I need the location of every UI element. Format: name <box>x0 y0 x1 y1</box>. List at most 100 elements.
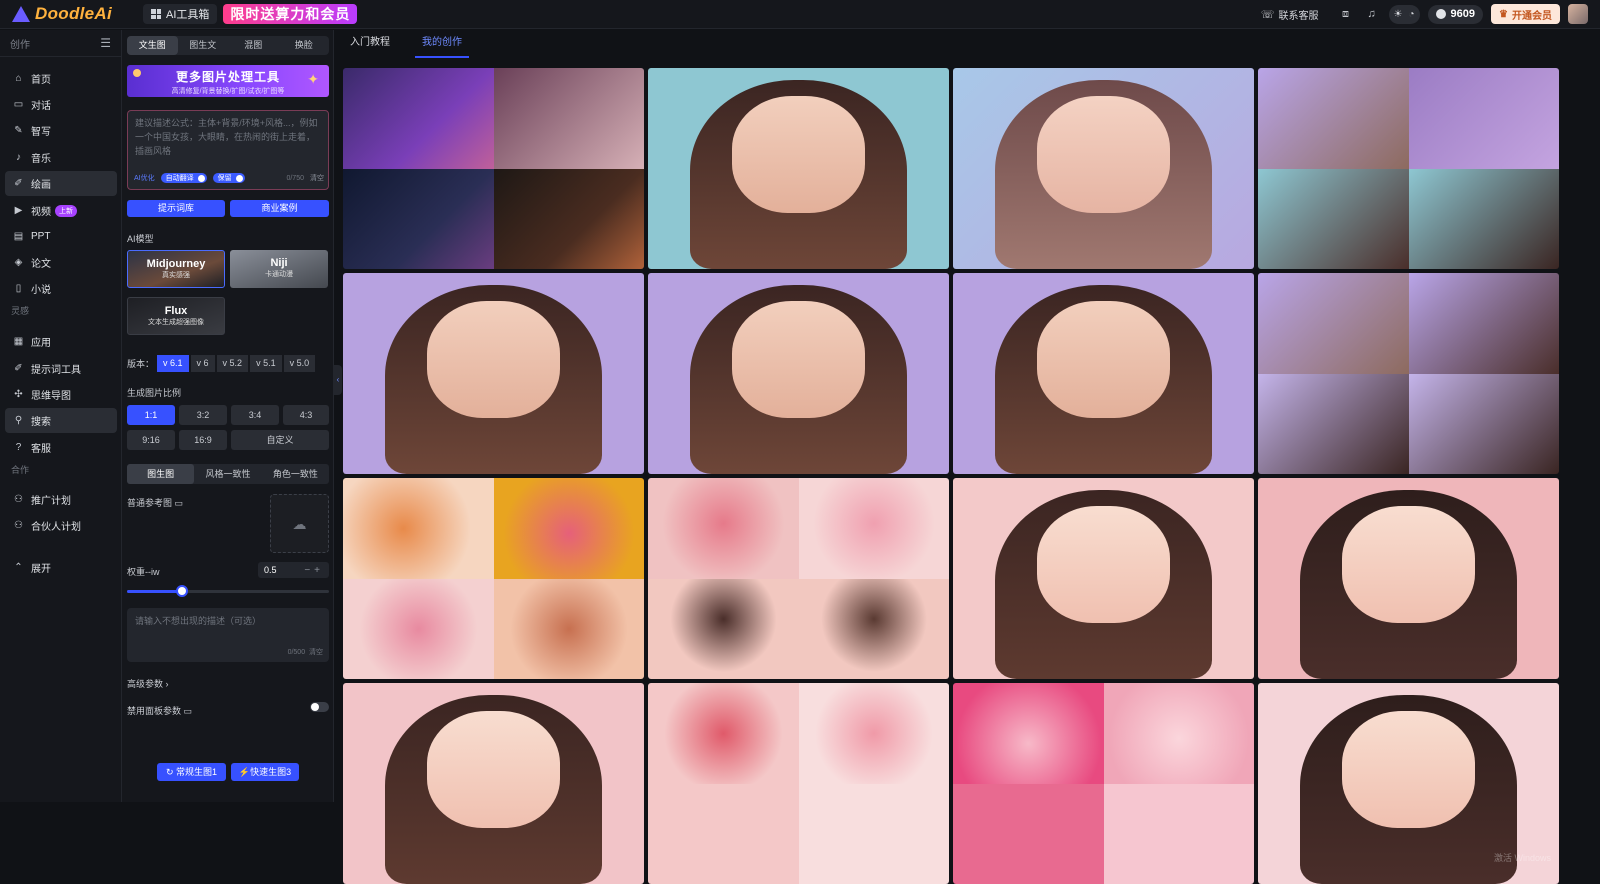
ratio-custom[interactable]: 自定义 <box>231 430 329 450</box>
coin-icon <box>1435 9 1446 19</box>
sidebar-item-music[interactable]: ♪ 音乐 <box>5 145 117 170</box>
image-card[interactable] <box>343 683 644 884</box>
version-option[interactable]: v 6.1 <box>157 355 189 372</box>
sidebar-item-home[interactable]: ⌂ 首页 <box>5 66 117 91</box>
main-tabs: 入门教程 我的创作 <box>343 30 487 58</box>
image-card[interactable] <box>648 478 949 679</box>
ai-optimize-button[interactable]: AI优化 <box>134 173 155 183</box>
image-card[interactable] <box>648 683 949 884</box>
sidebar-item-mindmap[interactable]: ✣ 思维导图 <box>5 382 117 407</box>
image-card[interactable] <box>1258 478 1559 679</box>
upload-reference[interactable]: ☁ <box>270 494 329 553</box>
ratio-option[interactable]: 4:3 <box>283 405 329 425</box>
tab-character-consistency[interactable]: 角色一致性 <box>262 464 329 484</box>
version-option[interactable]: v 5.2 <box>216 355 249 372</box>
fast-generate-button[interactable]: ⚡快速生图3 <box>231 763 299 781</box>
image-card[interactable] <box>953 478 1254 679</box>
sidebar-item-apps[interactable]: ▦ 应用 <box>5 329 117 354</box>
toggle-label: 保留 <box>217 175 232 182</box>
sidebar-item-help[interactable]: ? 客服 <box>5 435 117 460</box>
avatar[interactable] <box>1568 4 1588 24</box>
clear-button[interactable]: 清空 <box>309 649 323 656</box>
tab-blend[interactable]: 混图 <box>228 36 279 55</box>
negative-prompt-input[interactable]: 请输入不想出现的描述（可选） 0/500 清空 <box>127 608 329 662</box>
vip-button[interactable]: ♛ 开通会员 <box>1491 4 1560 24</box>
ratio-option[interactable]: 3:2 <box>179 405 227 425</box>
prompt-library-button[interactable]: 提示词库 <box>127 200 225 217</box>
sidebar-item-promo-plan[interactable]: ⚇ 推广计划 <box>5 487 117 512</box>
sidebar-item-label: 思维导图 <box>31 391 71 402</box>
sidebar-expand[interactable]: ⌃ 展开 <box>5 555 117 580</box>
slider-knob[interactable] <box>175 585 188 597</box>
image-card[interactable] <box>953 273 1254 474</box>
moon-icon[interactable]: ◔ <box>1409 9 1415 20</box>
tab-text-to-image[interactable]: 文生图 <box>127 36 178 55</box>
tab-face-swap[interactable]: 换脸 <box>279 36 330 55</box>
bell-icon[interactable]: ♫ <box>1363 8 1381 20</box>
tab-my-creations[interactable]: 我的创作 <box>415 30 469 58</box>
clear-button[interactable]: 清空 <box>310 173 324 183</box>
sidebar-item-partner-plan[interactable]: ⚇ 合伙人计划 <box>5 513 117 538</box>
button-label: 快速生图3 <box>250 767 292 777</box>
auto-translate-toggle[interactable]: 自动翻译 <box>160 173 207 183</box>
examples-button[interactable]: 商业案例 <box>230 200 329 217</box>
advanced-params-toggle[interactable]: 高级参数 › <box>127 677 169 690</box>
tools-banner[interactable]: 更多图片处理工具 高清修复/背景替换/扩图/试衣/扩图等 ✦ <box>127 65 329 97</box>
version-option[interactable]: v 5.0 <box>283 355 316 372</box>
image-card[interactable] <box>953 68 1254 269</box>
promo-banner[interactable]: 限时送算力和会员 <box>223 4 358 24</box>
ratio-option[interactable]: 1:1 <box>127 405 175 425</box>
ratio-option[interactable]: 16:9 <box>179 430 227 450</box>
image-card[interactable] <box>343 68 644 269</box>
ai-tools-button[interactable]: AI工具箱 <box>143 4 218 24</box>
coin-balance[interactable]: 9609 <box>1427 4 1484 24</box>
keep-toggle[interactable]: 保留 <box>212 173 245 183</box>
tab-image-to-text[interactable]: 图生文 <box>178 36 229 55</box>
tab-img2img[interactable]: 图生图 <box>127 464 195 484</box>
model-sub: 卡通动漫 <box>265 271 293 278</box>
normal-generate-button[interactable]: ↻ 常规生图1 <box>157 763 226 781</box>
support-link[interactable]: ☏ 联系客服 <box>1261 7 1319 22</box>
model-niji[interactable]: Niji 卡通动漫 <box>230 250 328 288</box>
version-option[interactable]: v 5.1 <box>250 355 282 372</box>
image-card[interactable] <box>1258 68 1559 269</box>
version-option[interactable]: v 6 <box>190 355 215 372</box>
sidebar-item-ppt[interactable]: ▤ PPT <box>5 224 117 249</box>
model-midjourney[interactable]: Midjourney 真实感强 <box>127 250 225 288</box>
sidebar-item-paper[interactable]: ◈ 论文 <box>5 250 117 275</box>
sidebar-item-search[interactable]: ⚲ 搜索 <box>5 408 117 433</box>
gift-icon[interactable]: ⧈ <box>1337 8 1355 21</box>
iw-stepper[interactable]: 0.5 −+ <box>258 562 329 578</box>
image-card[interactable] <box>648 273 949 474</box>
collapse-panel-button[interactable]: ‹ <box>334 365 342 395</box>
tab-tutorial[interactable]: 入门教程 <box>343 30 397 58</box>
theme-toggle[interactable]: ☀ ◔ <box>1388 4 1420 24</box>
app-logo[interactable]: DoodleAi <box>12 4 127 24</box>
info-icon: ▭ <box>174 498 184 508</box>
sidebar-item-novel[interactable]: ▯ 小说 <box>5 276 117 301</box>
image-card[interactable] <box>1258 273 1559 474</box>
ratio-option[interactable]: 9:16 <box>127 430 175 450</box>
prompt-placeholder: 建议描述公式：主体+背景/环境+风格...，例如一个中国女孩，大眼睛，在热闹的街… <box>135 118 318 156</box>
image-card[interactable] <box>343 478 644 679</box>
brush-icon: ✐ <box>14 178 23 189</box>
plus-minus-icon[interactable]: −+ <box>304 565 329 576</box>
menu-icon[interactable]: ☰ <box>100 36 111 50</box>
model-flux[interactable]: Flux 文本生成超强图像 <box>127 297 225 335</box>
image-card[interactable] <box>648 68 949 269</box>
iw-slider[interactable] <box>127 585 329 597</box>
ratio-option[interactable]: 3:4 <box>231 405 279 425</box>
sun-icon[interactable]: ☀ <box>1394 9 1403 20</box>
sidebar-item-chat[interactable]: ▭ 对话 <box>5 92 117 117</box>
sidebar-item-prompt-tool[interactable]: ✐ 提示词工具 <box>5 356 117 381</box>
sidebar-item-paint[interactable]: ✐ 绘画 <box>5 171 117 196</box>
panel-params-switch[interactable] <box>310 702 329 712</box>
image-card[interactable] <box>953 683 1254 884</box>
sidebar-item-write[interactable]: ✎ 智写 <box>5 118 117 143</box>
image-card[interactable]: 激活 Windows <box>1258 683 1559 884</box>
image-card[interactable] <box>343 273 644 474</box>
prompt-input[interactable]: 建议描述公式：主体+背景/环境+风格...，例如一个中国女孩，大眼睛，在热闹的街… <box>127 110 329 190</box>
sidebar-item-video[interactable]: ▶ 视频 上新 <box>5 198 117 223</box>
toggle-knob <box>235 174 243 182</box>
tab-style-consistency[interactable]: 风格一致性 <box>194 464 261 484</box>
